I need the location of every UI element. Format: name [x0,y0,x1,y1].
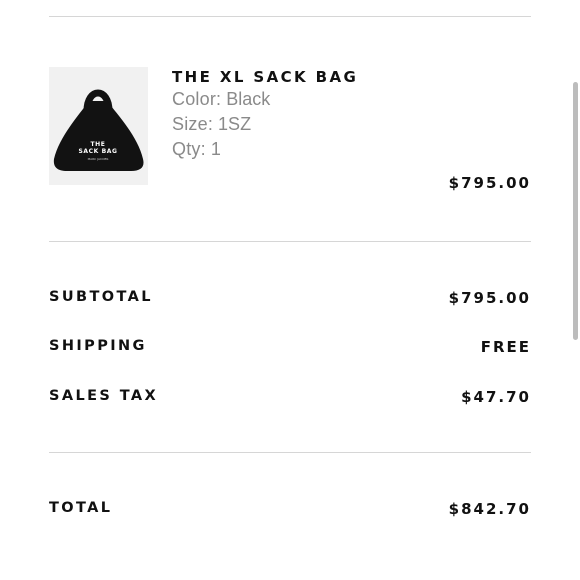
bag-illustration: THE SACK BAG MARC JACOBS [53,89,144,171]
sales-tax-value: $47.70 [461,388,531,406]
bag-print-line3: MARC JACOBS [88,157,109,161]
product-image[interactable]: THE SACK BAG MARC JACOBS [49,67,148,185]
items-divider [49,241,531,242]
scrollbar[interactable] [573,82,578,340]
subtotal-value: $795.00 [448,289,531,307]
qty-label: Qty: [172,139,206,159]
sales-tax-label: SALES TAX [49,388,159,404]
shipping-value: FREE [480,338,531,356]
subtotal-label: SUBTOTAL [49,289,153,305]
top-divider [49,16,531,17]
totals-divider [49,452,531,453]
product-color: Color: Black [172,89,270,110]
total-value: $842.70 [448,500,531,518]
size-label: Size: [172,114,214,134]
total-label: TOTAL [49,500,113,516]
bag-print-line2: SACK BAG [78,148,117,155]
color-value: Black [226,89,271,109]
color-label: Color: [172,89,222,109]
product-name[interactable]: THE XL SACK BAG [172,68,358,86]
line-item-price: $795.00 [448,174,531,192]
product-qty: Qty: 1 [172,139,221,160]
bag-print-line1: THE [90,141,105,148]
shipping-label: SHIPPING [49,338,147,354]
size-value: 1SZ [218,114,252,134]
product-size: Size: 1SZ [172,114,251,135]
qty-value: 1 [210,139,221,159]
